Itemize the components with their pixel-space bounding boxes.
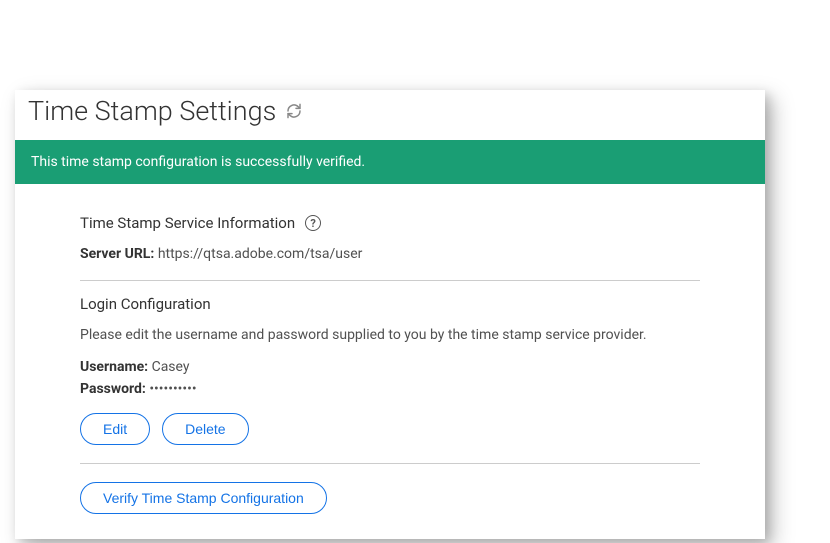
success-banner: This time stamp configuration is success… [15,140,765,184]
login-instruction: Please edit the username and password su… [80,327,700,343]
login-config-heading: Login Configuration [80,295,700,313]
refresh-icon[interactable] [286,103,302,119]
password-label: Password: [80,381,146,397]
edit-delete-row: Edit Delete [80,413,700,445]
service-info-heading-text: Time Stamp Service Information [80,214,295,232]
verify-button[interactable]: Verify Time Stamp Configuration [80,482,327,514]
username-row: Username: Casey [80,359,700,375]
service-info-heading: Time Stamp Service Information ? [80,214,700,232]
verify-row: Verify Time Stamp Configuration [80,482,700,514]
content-area: Time Stamp Service Information ? Server … [15,184,765,514]
password-value: •••••••••• [149,381,196,397]
divider [80,280,700,281]
help-icon[interactable]: ? [305,215,321,231]
settings-panel: This time stamp configuration is success… [15,90,765,539]
divider [80,463,700,464]
page-title-text: Time Stamp Settings [28,95,276,127]
page-title: Time Stamp Settings [28,95,302,127]
server-url-row: Server URL: https://qtsa.adobe.com/tsa/u… [80,246,700,262]
server-url-value: https://qtsa.adobe.com/tsa/user [158,246,363,262]
password-row: Password: •••••••••• [80,381,700,397]
server-url-label: Server URL: [80,246,154,262]
edit-button[interactable]: Edit [80,413,150,445]
banner-message: This time stamp configuration is success… [31,154,365,170]
delete-button[interactable]: Delete [162,413,248,445]
username-value: Casey [152,359,190,375]
username-label: Username: [80,359,148,375]
